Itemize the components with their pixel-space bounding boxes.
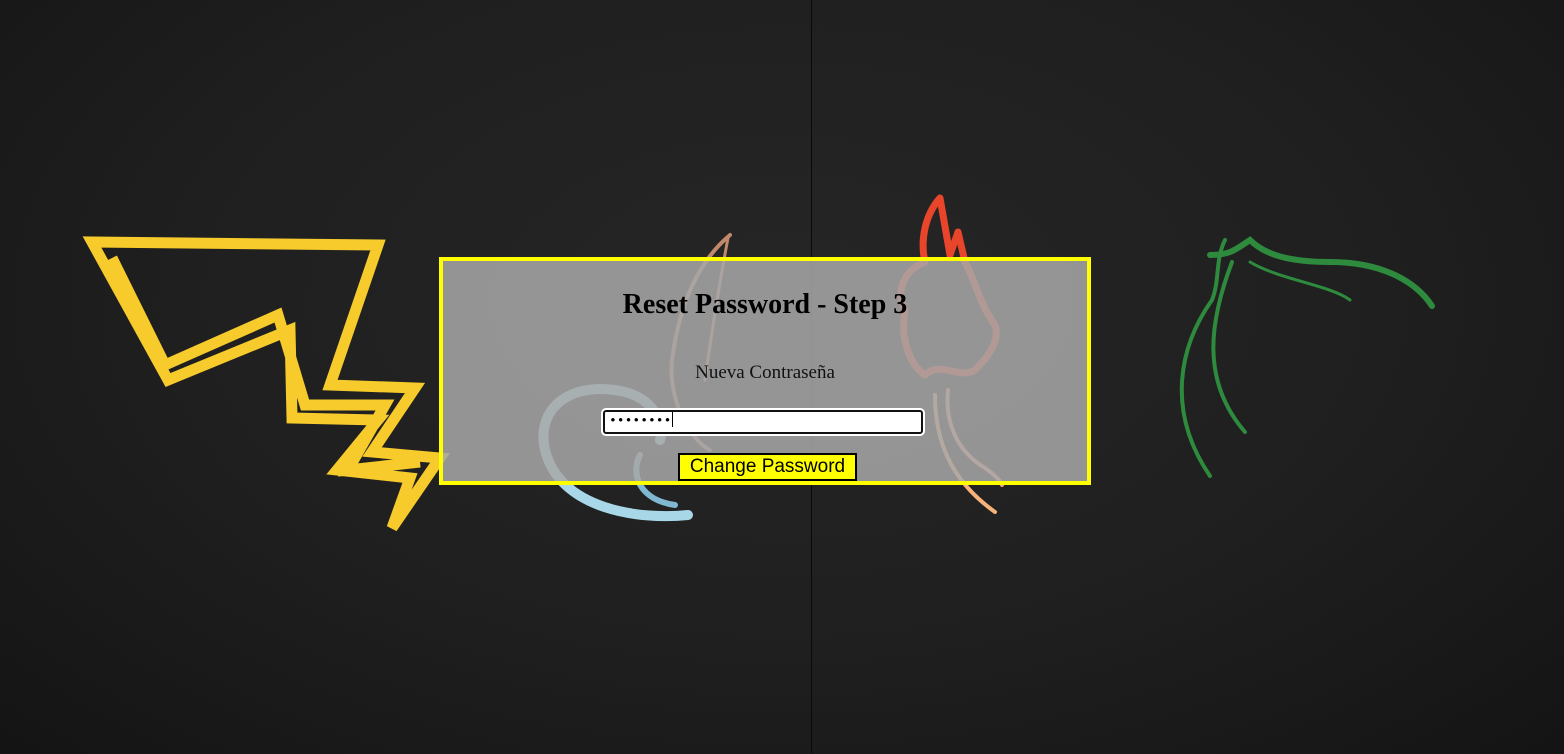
change-password-button[interactable]: Change Password [678, 453, 857, 481]
lightning-bolt-icon [82, 236, 450, 532]
reset-password-card: Reset Password - Step 3 Nueva Contraseña… [439, 257, 1091, 485]
password-label: Nueva Contraseña [695, 362, 835, 383]
leaf-icon [1179, 236, 1435, 478]
text-cursor [672, 412, 674, 427]
password-value: •••••••• [609, 413, 672, 428]
page-title: Reset Password - Step 3 [622, 289, 908, 320]
new-password-input[interactable]: •••••••• [601, 408, 925, 436]
